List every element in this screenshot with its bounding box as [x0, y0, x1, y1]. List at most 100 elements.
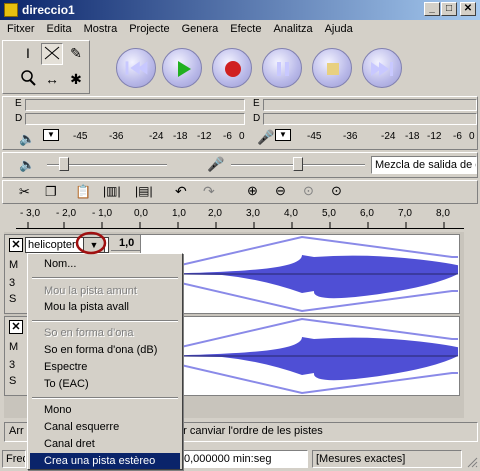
ruler-label: - 3,0 [20, 208, 41, 219]
menu-genera[interactable]: Genera [175, 20, 224, 35]
menu-efecte[interactable]: Efecte [223, 20, 266, 35]
in-scale-0: 0 [469, 131, 475, 142]
out-scale-6: -6 [223, 131, 232, 142]
menu-separator [32, 277, 178, 279]
tools-toolbar: I ✎ ↔ ✱ [2, 40, 90, 94]
waveform-bottom[interactable] [142, 317, 458, 395]
maximize-button[interactable]: □ [441, 2, 457, 16]
timeshift-tool-icon[interactable]: ↔ [41, 69, 63, 91]
input-source-select[interactable]: Mezcla de salida de o [371, 156, 477, 174]
ruler-label: 1,0 [172, 208, 186, 219]
track-solo-label[interactable]: S [9, 293, 16, 305]
silence-icon[interactable]: |▤| [135, 184, 153, 198]
output-volume-thumb[interactable] [59, 157, 69, 171]
play-icon [178, 61, 191, 77]
input-volume-thumb[interactable] [293, 157, 303, 171]
project-rate-label[interactable]: Freq [2, 450, 26, 468]
cut-icon[interactable]: ✂ [19, 184, 30, 200]
stop-icon [327, 63, 339, 75]
menu-projecte[interactable]: Projecte [122, 20, 174, 35]
close-button[interactable]: ✕ [460, 2, 476, 16]
menu-item-nom[interactable]: Nom... [30, 256, 180, 272]
speaker-icon: 🔈 [19, 131, 36, 146]
menu-item-move-up[interactable]: Mou la pista amunt [30, 283, 180, 299]
input-meter-left [263, 99, 477, 111]
ruler-label: 3,0 [246, 208, 260, 219]
window-title: direccio1 [22, 3, 75, 17]
multi-tool-icon[interactable]: ✱ [65, 69, 87, 91]
menu-item-move-down[interactable]: Mou la pista avall [30, 299, 180, 315]
menu-bar: Fitxer Edita Mostra Projecte Genera Efecte Ana… [0, 20, 480, 39]
track-mute-label[interactable]: M [9, 259, 18, 271]
track-mute-label[interactable]: M [9, 341, 18, 353]
zoom-out-icon[interactable]: ⊖ [275, 183, 286, 199]
track-solo-label[interactable]: S [9, 375, 16, 387]
pause-icon [277, 62, 289, 76]
menu-item-waveform[interactable]: So en forma d'ona [30, 325, 180, 341]
menu-item-right-channel[interactable]: Canal dret [30, 436, 180, 452]
input-meter-menu[interactable]: ▼ [275, 129, 291, 141]
waveform-top[interactable] [142, 235, 458, 313]
record-button[interactable] [212, 48, 252, 88]
draw-tool-icon[interactable]: ✎ [65, 43, 87, 65]
menu-analitza[interactable]: Analitza [266, 20, 317, 35]
redo-icon[interactable]: ↷ [203, 183, 215, 200]
output-meter-right [25, 113, 245, 125]
selection-tool-icon[interactable]: I [17, 43, 39, 65]
undo-icon[interactable]: ↶ [175, 183, 187, 200]
menu-edita[interactable]: Edita [40, 20, 77, 35]
hint-prefix: Arr [9, 425, 24, 437]
menu-mostra[interactable]: Mostra [77, 20, 123, 35]
in-scale-45: -45 [307, 131, 322, 142]
in-scale-36: -36 [343, 131, 358, 142]
snap-status: [Mesures exactes] [312, 450, 462, 468]
menu-fitxer[interactable]: Fitxer [0, 20, 40, 35]
output-meter-menu[interactable]: ▼ [43, 129, 59, 141]
skip-start-button[interactable] [116, 48, 156, 88]
microphone-icon: 🎤 [257, 129, 275, 145]
highlight-circle [75, 231, 107, 255]
output-meter-left [25, 99, 245, 111]
ruler-label: 5,0 [322, 208, 336, 219]
menu-item-mono[interactable]: Mono [30, 402, 180, 418]
resize-grip-icon[interactable] [466, 456, 478, 468]
ruler-label: 6,0 [360, 208, 374, 219]
minimize-button[interactable]: _ [424, 2, 440, 16]
ruler-label: 2,0 [208, 208, 222, 219]
stop-button[interactable] [312, 48, 352, 88]
menu-item-make-stereo[interactable]: Crea una pista estèreo [30, 453, 180, 469]
track-close-button[interactable]: ✕ [9, 320, 23, 334]
play-button[interactable] [162, 48, 202, 88]
track-context-menu: Nom... Mou la pista amunt Mou la pista a… [27, 253, 183, 470]
ruler-label: - 1,0 [92, 208, 113, 219]
meter-in-right-label: D [253, 113, 261, 124]
trim-icon[interactable]: |▥| [103, 184, 121, 198]
skip-end-icon [371, 62, 393, 76]
track-rate-label: 3 [9, 359, 16, 371]
copy-icon[interactable]: ❐ [45, 184, 57, 200]
fit-selection-icon[interactable]: ⊙ [303, 183, 314, 199]
menu-item-spectrum[interactable]: Espectre [30, 359, 180, 375]
envelope-tool-icon[interactable] [41, 43, 63, 65]
skip-end-button[interactable] [362, 48, 402, 88]
in-scale-6: -6 [453, 131, 462, 142]
menu-item-pitch[interactable]: To (EAC) [30, 376, 180, 392]
edit-toolbar: ✂ ❐ 📋 |▥| |▤| ↶ ↷ ⊕ ⊖ ⊙ ⊙ [2, 180, 478, 204]
skip-start-icon [125, 61, 148, 75]
fit-project-icon[interactable]: ⊙ [331, 183, 342, 199]
selection-time-field[interactable]: 0,000000 min:seg [180, 450, 308, 468]
ruler-label: 8,0 [436, 208, 450, 219]
menu-item-waveform-db[interactable]: So en forma d'ona (dB) [30, 342, 180, 358]
paste-icon[interactable]: 📋 [75, 184, 91, 200]
out-scale-0: 0 [239, 131, 245, 142]
ruler-label: 0,0 [134, 208, 148, 219]
menu-item-left-channel[interactable]: Canal esquerre [30, 419, 180, 435]
pause-button[interactable] [262, 48, 302, 88]
zoom-in-icon[interactable]: ⊕ [247, 183, 258, 199]
menu-separator [32, 320, 178, 322]
timeline-ruler[interactable]: - 3,0 - 2,0 - 1,0 0,0 1,0 2,0 3,0 4,0 5,… [16, 206, 464, 232]
out-scale-45: -45 [73, 131, 88, 142]
menu-ajuda[interactable]: Ajuda [318, 20, 358, 35]
zoom-tool-icon[interactable] [17, 69, 39, 91]
track-close-button[interactable]: ✕ [9, 238, 23, 252]
